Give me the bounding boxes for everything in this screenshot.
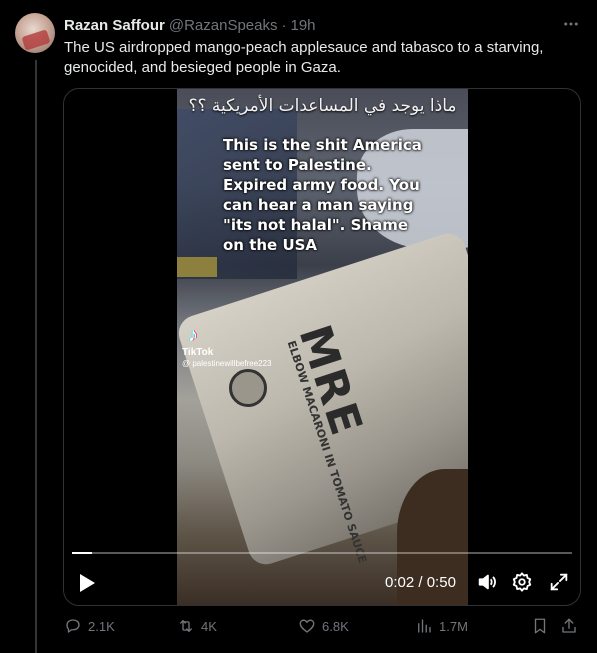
- views-count: 1.7M: [439, 618, 468, 634]
- reply-count: 2.1K: [88, 618, 115, 634]
- play-icon[interactable]: [76, 572, 98, 594]
- like-button[interactable]: 6.8K: [298, 617, 349, 635]
- settings-icon[interactable]: [511, 571, 533, 593]
- video-frame[interactable]: MRE ELBOW MACARONI IN TOMATO SAUCE ماذا …: [177, 89, 468, 605]
- repost-button[interactable]: 4K: [177, 617, 217, 635]
- avatar[interactable]: [15, 13, 55, 53]
- tiktok-username: @ palestinewillbefree223: [182, 359, 272, 368]
- time-display: 0:02 / 0:50: [385, 574, 456, 591]
- more-icon[interactable]: [558, 13, 584, 35]
- reply-icon: [66, 619, 80, 633]
- progress-bar[interactable]: [72, 552, 572, 554]
- tiktok-watermark: ♪ TikTok @ palestinewillbefree223: [182, 325, 272, 368]
- share-button[interactable]: [560, 617, 584, 635]
- separator-dot: ·: [281, 16, 287, 34]
- like-count: 6.8K: [322, 618, 349, 634]
- author-name[interactable]: Razan Saffour: [64, 17, 165, 34]
- bookmark-icon: [534, 618, 546, 634]
- arabic-overlay-text: ماذا يوجد في المساعدات الأمريكية ؟؟: [188, 96, 457, 116]
- bookmark-button[interactable]: [531, 617, 555, 635]
- fullscreen-icon[interactable]: [548, 571, 570, 593]
- time-separator: /: [414, 574, 427, 591]
- package-emblem: [229, 369, 267, 407]
- views-button[interactable]: 1.7M: [415, 617, 468, 635]
- tweet-time[interactable]: 19h: [290, 17, 315, 34]
- progress-fill: [72, 552, 92, 554]
- views-icon: [418, 619, 431, 633]
- share-icon: [562, 618, 576, 633]
- video-caption: This is the shit America sent to Palesti…: [223, 136, 422, 254]
- tweet-actions: 2.1K 4K 6.8K 1.7M: [64, 617, 584, 639]
- author-handle[interactable]: @RazanSpeaks: [169, 17, 278, 34]
- repost-icon: [180, 620, 192, 632]
- current-time: 0:02: [385, 574, 415, 591]
- tiktok-label: TikTok: [182, 347, 214, 358]
- heart-icon: [299, 619, 315, 633]
- thread-line: [35, 60, 37, 653]
- tiktok-icon: ♪: [188, 324, 198, 346]
- reply-button[interactable]: 2.1K: [64, 617, 115, 635]
- repost-count: 4K: [201, 618, 217, 634]
- tweet-header: Razan Saffour @RazanSpeaks · 19h: [64, 15, 316, 35]
- video-player[interactable]: MRE ELBOW MACARONI IN TOMATO SAUCE ماذا …: [63, 88, 581, 606]
- video-background-yellow: [177, 257, 217, 277]
- volume-icon[interactable]: [476, 571, 498, 593]
- duration: 0:50: [426, 574, 456, 591]
- tweet-text: The US airdropped mango-peach applesauce…: [64, 39, 544, 76]
